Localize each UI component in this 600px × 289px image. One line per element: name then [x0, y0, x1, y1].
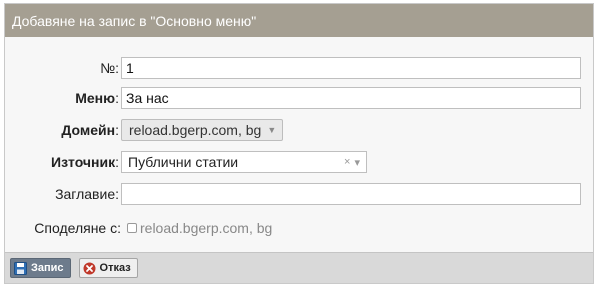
- dialog-title: Добавяне на запис в "Основно меню": [12, 12, 257, 29]
- chevron-down-icon: ▼: [267, 125, 277, 135]
- share-label: Споделяне с:: [34, 220, 121, 236]
- menu-input[interactable]: [121, 87, 581, 109]
- number-input[interactable]: [121, 57, 581, 79]
- cancel-button[interactable]: Отказ: [78, 258, 138, 278]
- row-title: Заглавие:: [5, 183, 593, 205]
- domain-select[interactable]: reload.bgerp.com, bg ▼: [121, 119, 284, 141]
- title-label: Заглавие:: [55, 186, 119, 202]
- cancel-icon: [83, 262, 96, 274]
- dialog-title-bar: Добавяне на запис в "Основно меню": [5, 4, 593, 37]
- row-source: Източник: Публични статии × ▾: [5, 151, 593, 173]
- dialog-toolbar: Запис Отказ: [5, 252, 593, 283]
- domain-label: Домейн:: [61, 122, 119, 138]
- dialog: Добавяне на запис в "Основно меню" №: Ме…: [4, 3, 594, 284]
- save-label: Запис: [31, 262, 64, 274]
- save-button[interactable]: Запис: [10, 258, 71, 278]
- source-value: Публични статии: [128, 154, 239, 170]
- row-domain: Домейн: reload.bgerp.com, bg ▼: [5, 119, 593, 141]
- source-select[interactable]: Публични статии × ▾: [121, 151, 367, 173]
- number-label: №:: [100, 60, 119, 76]
- domain-value: reload.bgerp.com, bg: [129, 122, 262, 138]
- row-number: №:: [5, 57, 593, 79]
- menu-label: Меню:: [75, 90, 119, 106]
- row-share: Споделяне с: reload.bgerp.com, bg: [5, 217, 593, 239]
- source-label: Източник:: [51, 154, 119, 170]
- chevron-down-icon[interactable]: ▾: [354, 156, 360, 169]
- floppy-disk-icon: [14, 261, 27, 275]
- share-checkbox[interactable]: [127, 223, 137, 233]
- share-option[interactable]: reload.bgerp.com, bg: [127, 220, 272, 236]
- source-controls: × ▾: [344, 156, 360, 169]
- row-menu: Меню:: [5, 87, 593, 109]
- cancel-label: Отказ: [99, 262, 131, 274]
- share-option-label: reload.bgerp.com, bg: [140, 220, 273, 236]
- title-input[interactable]: [121, 183, 581, 205]
- clear-icon[interactable]: ×: [344, 156, 350, 168]
